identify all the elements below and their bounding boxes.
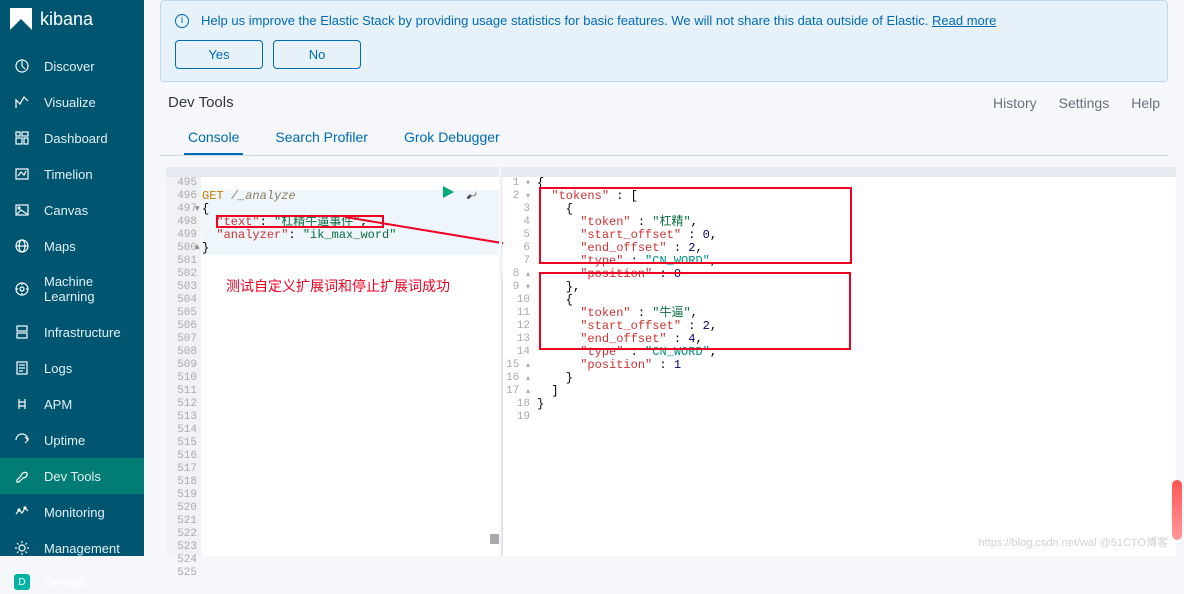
nav-icon (14, 166, 30, 182)
nav-label: Monitoring (44, 505, 105, 520)
nav-label: Timelion (44, 167, 93, 182)
toolbar-history[interactable]: History (993, 95, 1037, 111)
tabs: Console Search Profiler Grok Debugger (160, 121, 1168, 156)
banner-message: i Help us improve the Elastic Stack by p… (175, 13, 1153, 28)
sidebar-item-machine-learning[interactable]: Machine Learning (0, 264, 144, 314)
wrench-icon[interactable] (465, 185, 479, 199)
watermark: https://blog.csdn.net/wal @51CTO博客 (979, 534, 1169, 550)
nav-label: Management (44, 541, 120, 556)
nav-icon (14, 324, 30, 340)
yes-button[interactable]: Yes (175, 40, 263, 69)
nav-icon (14, 58, 30, 74)
nav-icon (14, 94, 30, 110)
nav-icon (14, 238, 30, 254)
banner-text: Help us improve the Elastic Stack by pro… (201, 13, 932, 28)
fold-open-icon[interactable]: ▾ (195, 203, 200, 214)
nav-icon (14, 540, 30, 556)
nav-label: Discover (44, 59, 95, 74)
nav-label: Maps (44, 239, 76, 254)
tab-console[interactable]: Console (184, 121, 243, 155)
sidebar: kibana Discover Visualize Dashboard Timelio… (0, 0, 144, 556)
tab-grok-debugger[interactable]: Grok Debugger (400, 121, 504, 155)
nav-label: Machine Learning (44, 274, 130, 304)
toolbar-settings[interactable]: Settings (1059, 95, 1110, 111)
main: i Help us improve the Elastic Stack by p… (144, 0, 1184, 556)
request-code[interactable]: GET /_analyze{ "text": "杠精牛逼事件", "analyz… (202, 177, 500, 556)
nav-label: Infrastructure (44, 325, 121, 340)
nav-label: Visualize (44, 95, 96, 110)
info-icon: i (175, 14, 189, 28)
sidebar-item-logs[interactable]: Logs (0, 350, 144, 386)
nav-icon (14, 202, 30, 218)
sidebar-item-timelion[interactable]: Timelion (0, 156, 144, 192)
scrollbar-indicator[interactable] (1172, 480, 1182, 540)
page-title: Dev Tools (168, 94, 234, 111)
sidebar-item-dashboard[interactable]: Dashboard (0, 120, 144, 156)
run-bar (441, 185, 479, 199)
nav-label: Dev Tools (44, 469, 101, 484)
sidebar-item-dev-tools[interactable]: Dev Tools (0, 458, 144, 494)
sidebar-item-discover[interactable]: Discover (0, 48, 144, 84)
toolbar-links: History Settings Help (993, 95, 1160, 111)
sidebar-item-visualize[interactable]: Visualize (0, 84, 144, 120)
nav-icon (14, 396, 30, 412)
tab-search-profiler[interactable]: Search Profiler (271, 121, 372, 155)
sidebar-item-infrastructure[interactable]: Infrastructure (0, 314, 144, 350)
logo[interactable]: kibana (0, 0, 144, 38)
nav-label: Logs (44, 361, 72, 376)
nav-list: Discover Visualize Dashboard Timelion Canvas… (0, 48, 144, 566)
read-more-link[interactable]: Read more (932, 13, 996, 28)
response-gutter: 1 ▾2 ▾345678 ▴9 ▾101112131415 ▴16 ▴17 ▴1… (503, 177, 534, 556)
nav-icon (14, 130, 30, 146)
nav-icon (14, 468, 30, 484)
response-panel[interactable]: 1 ▾2 ▾345678 ▴9 ▾101112131415 ▴16 ▴17 ▴1… (503, 167, 1176, 556)
nav-icon (14, 504, 30, 520)
editor-area: 4954964974984995005015025035045055065075… (160, 167, 1176, 556)
sidebar-item-management[interactable]: Management (0, 530, 144, 566)
sidebar-item-apm[interactable]: APM (0, 386, 144, 422)
response-code[interactable]: { "tokens" : [ { "token" : "杠精", "start_… (537, 177, 1176, 556)
request-gutter: 4954964974984995005015025035045055065075… (166, 177, 201, 556)
nav-label: Uptime (44, 433, 85, 448)
sidebar-item-default[interactable]: D Default (0, 570, 144, 594)
nav-label: Dashboard (44, 131, 108, 146)
play-icon[interactable] (441, 185, 455, 199)
nav-icon (14, 432, 30, 448)
kibana-logo-icon (10, 8, 32, 30)
nav-icon (14, 281, 30, 297)
nav-label: Canvas (44, 203, 88, 218)
nav-label: APM (44, 397, 72, 412)
sidebar-item-monitoring[interactable]: Monitoring (0, 494, 144, 530)
telemetry-banner: i Help us improve the Elastic Stack by p… (160, 0, 1168, 82)
sidebar-item-uptime[interactable]: Uptime (0, 422, 144, 458)
no-button[interactable]: No (273, 40, 361, 69)
sidebar-item-maps[interactable]: Maps (0, 228, 144, 264)
default-label: Default (44, 575, 85, 590)
default-space-icon: D (14, 574, 30, 590)
fold-close-icon[interactable]: ▴ (195, 241, 200, 252)
annotation-text: 测试自定义扩展词和停止扩展词成功 (226, 276, 450, 296)
banner-buttons: Yes No (175, 40, 1153, 69)
brand-text: kibana (40, 9, 93, 30)
panel-divider[interactable] (499, 167, 502, 556)
toolbar-help[interactable]: Help (1131, 95, 1160, 111)
toolbar: Dev Tools History Settings Help (144, 82, 1184, 121)
sidebar-item-canvas[interactable]: Canvas (0, 192, 144, 228)
request-panel[interactable]: 4954964974984995005015025035045055065075… (166, 177, 500, 556)
nav-icon (14, 360, 30, 376)
